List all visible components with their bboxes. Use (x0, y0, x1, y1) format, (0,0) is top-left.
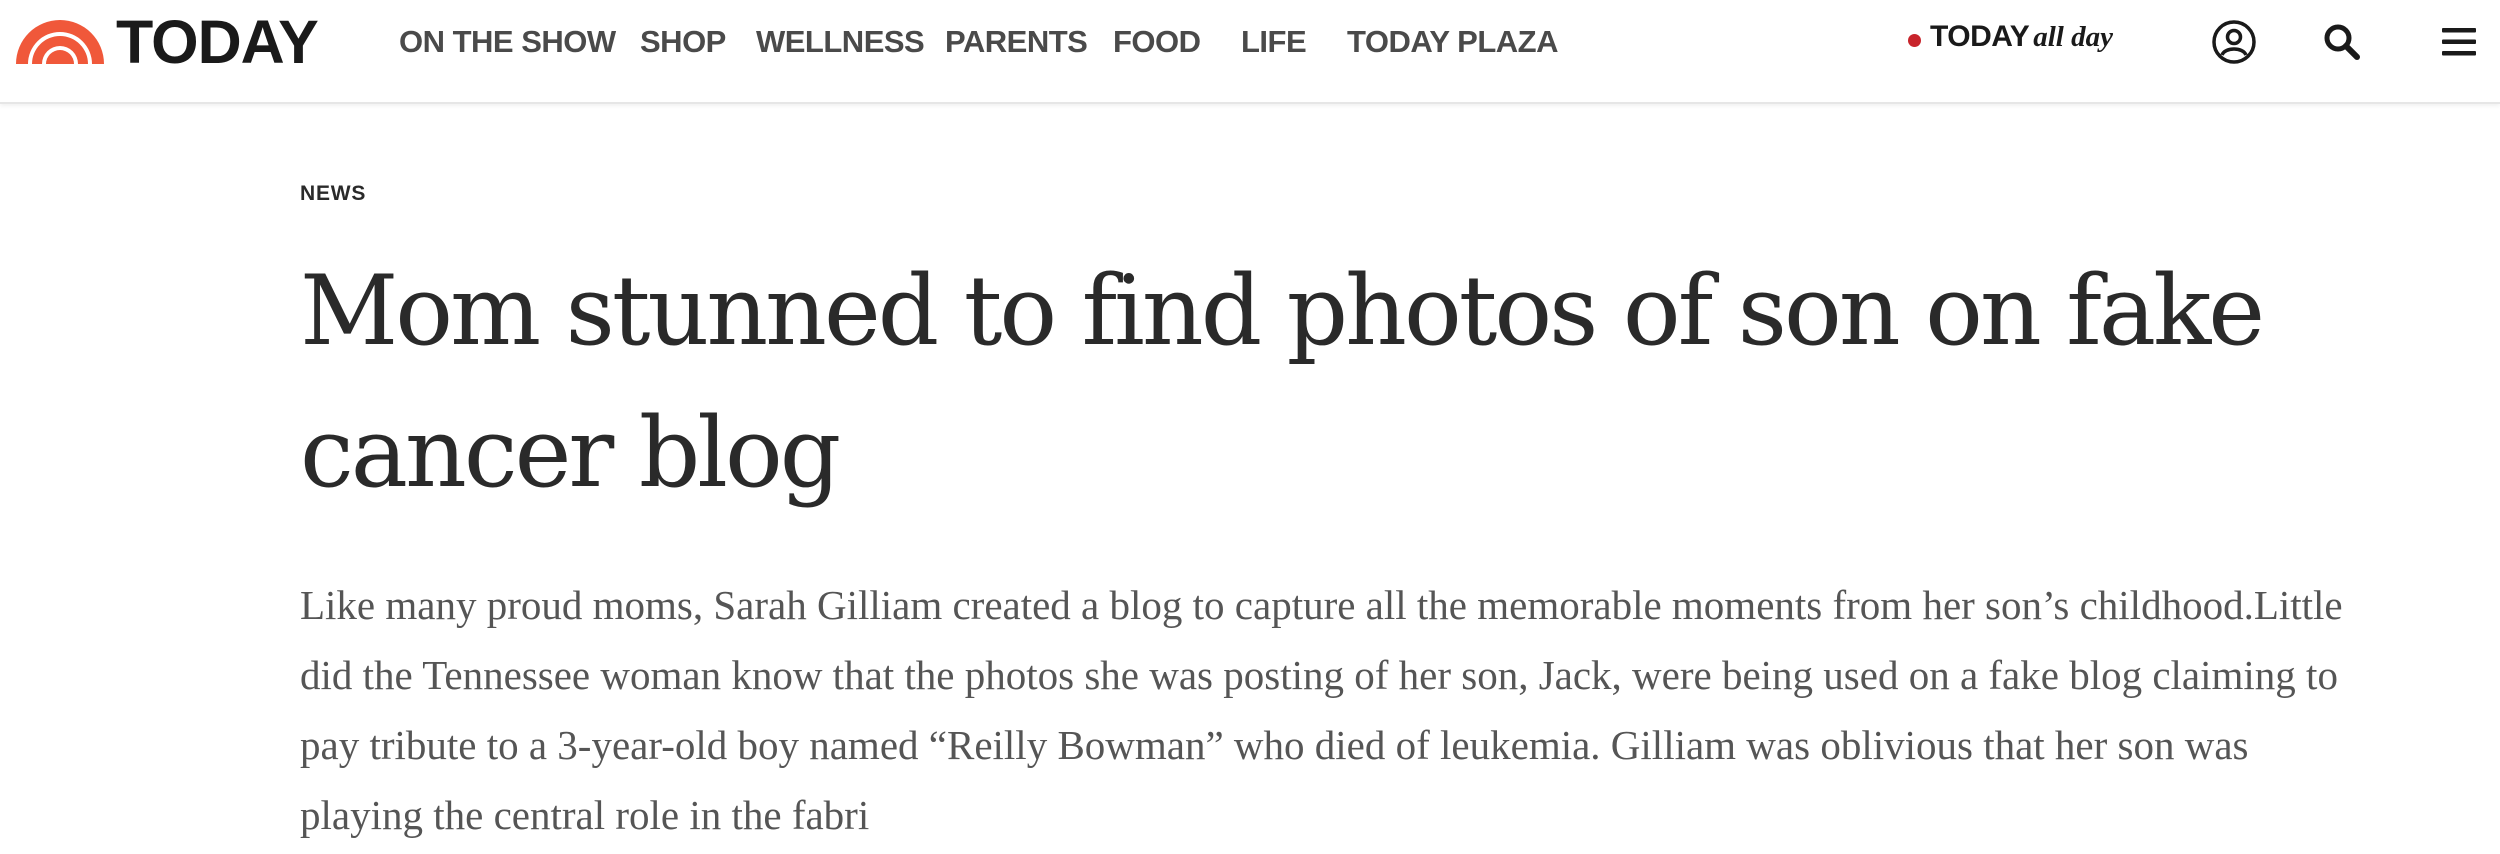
search-icon (2324, 24, 2360, 60)
nav-item-food[interactable]: FOOD (1113, 22, 1201, 62)
today-all-day-link[interactable]: TODAY all day (1908, 20, 2113, 54)
search-button[interactable] (2314, 16, 2370, 68)
nav-item-wellness[interactable]: WELLNESS (756, 22, 925, 62)
live-dot-icon (1908, 33, 1921, 47)
nav-item-life[interactable]: LIFE (1241, 22, 1307, 62)
nav-item-today-plaza[interactable]: TODAY PLAZA (1347, 22, 1558, 62)
hamburger-menu-icon (2442, 28, 2476, 56)
nav-item-on-the-show[interactable]: ON THE SHOW (399, 22, 616, 62)
article-body: Like many proud moms, Sarah Gilliam crea… (300, 582, 2343, 838)
nav-item-parents[interactable]: PARENTS (945, 22, 1088, 62)
article-headline: Mom stunned to find photos of son on fak… (300, 255, 2265, 509)
today-all-day-suffix: all day (2033, 20, 2113, 53)
today-logo[interactable]: TODAY (12, 7, 319, 76)
today-all-day-brand: TODAY (1930, 20, 2030, 53)
nav-item-shop[interactable]: SHOP (640, 22, 726, 62)
section-label[interactable]: NEWS (300, 182, 366, 206)
menu-button[interactable] (2431, 16, 2487, 68)
account-button[interactable] (2206, 16, 2262, 68)
rainbow-sunrise-icon (16, 20, 104, 64)
account-icon (2212, 20, 2256, 64)
site-header: TODAY ON THE SHOW SHOP WELLNESS PARENTS … (0, 0, 2500, 104)
logo-wordmark: TODAY (116, 7, 319, 76)
